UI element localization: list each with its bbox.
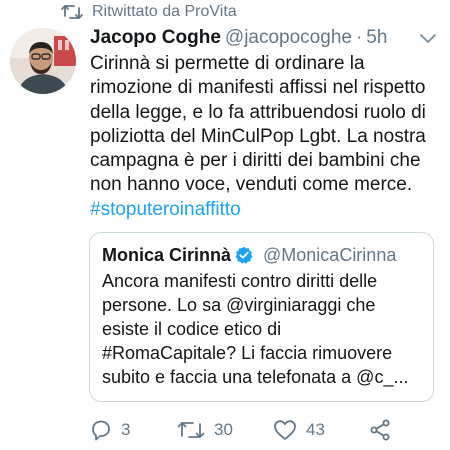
retweet-count: 30 (214, 420, 233, 439)
heart-icon (274, 420, 296, 440)
tweet-text-line: Cirinnà si permette di ordinare la (90, 53, 365, 74)
quoted-text-line: #RomaCapitale? Li faccia rimuovere (102, 343, 393, 363)
retweet-context[interactable]: Ritwittato da ProVita (0, 0, 450, 24)
avatar[interactable] (10, 28, 76, 94)
tweet-text-line: poliziotta del MinCulPop Lgbt. La nostra (90, 125, 426, 147)
avatar-image (10, 28, 76, 94)
reply-icon (92, 420, 110, 441)
tweet-text-line: non hanno voce, venduti come merce. (90, 174, 413, 196)
like-button[interactable]: 43 (272, 418, 325, 442)
tweet-actions: 3 30 43 (0, 410, 450, 450)
reply-button[interactable]: 3 (89, 418, 130, 442)
retweet-icon (61, 5, 83, 19)
quoted-text-line: subito e faccia una telefonata a @c_... (102, 367, 409, 387)
author-name[interactable]: Jacopo Coghe (90, 27, 221, 48)
tweet-text-line: rimozione di manifesti affissi nel rispe… (90, 77, 426, 99)
author-handle[interactable]: @jacopocoghe (225, 27, 352, 48)
quoted-tweet-card[interactable]: Monica Cirinnà @MonicaCirinna Ancora man… (89, 232, 434, 402)
hashtag-link[interactable]: #stoputeroinaffitto (90, 199, 241, 220)
retweet-button[interactable]: 30 (176, 418, 233, 442)
quoted-tweet-header: Monica Cirinnà @MonicaCirinna (102, 243, 396, 269)
retweet-icon (177, 422, 205, 438)
chevron-down-icon[interactable] (418, 32, 438, 46)
verified-badge-icon (235, 246, 253, 264)
separator-dot: · (355, 27, 363, 48)
tweet-text-line: della legge, e lo fa attribuendosi ruolo… (90, 101, 426, 123)
quoted-text-line: Ancora manifesti contro diritti delle (102, 271, 378, 291)
share-icon (370, 419, 390, 441)
tweet-header: Jacopo Coghe @jacopocoghe · 5h (90, 24, 440, 52)
tweet-text-line: campagna è per i diritti dei bambini che (90, 150, 421, 172)
quoted-text-line: esiste il codice etico di (102, 319, 282, 339)
reply-count: 3 (121, 420, 131, 439)
quoted-author-name: Monica Cirinnà (102, 245, 232, 265)
timestamp[interactable]: 5h (366, 27, 387, 48)
quoted-author-handle: @MonicaCirinna (263, 245, 397, 265)
tweet-text: Cirinnà si permette di ordinare la rimoz… (90, 52, 442, 222)
quoted-tweet-text: Ancora manifesti contro diritti delle pe… (102, 269, 427, 389)
retweeted-by-label[interactable]: Ritwittato da ProVita (92, 2, 237, 22)
like-count: 43 (306, 420, 325, 439)
share-button[interactable] (368, 418, 392, 442)
quoted-text-line: persone. Lo sa @virginiaraggi che (102, 295, 376, 315)
